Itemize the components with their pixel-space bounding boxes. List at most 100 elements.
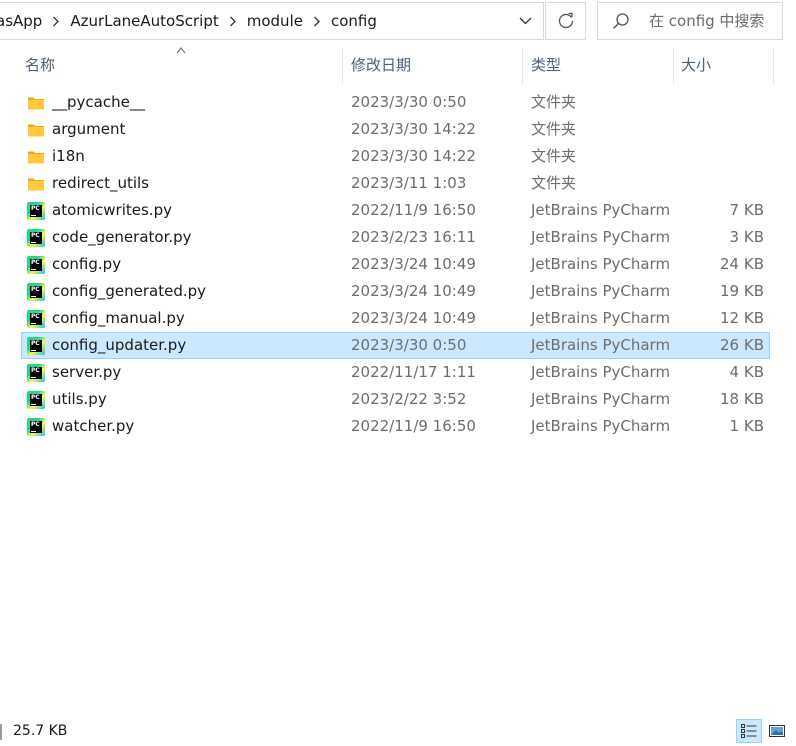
file-name: config_generated.py bbox=[52, 282, 207, 300]
breadcrumb: asApp AzurLaneAutoScript module config bbox=[0, 3, 507, 39]
chevron-right-icon[interactable] bbox=[306, 3, 328, 39]
file-type: 文件夹 bbox=[531, 120, 577, 138]
pycharm-file-icon: PC bbox=[27, 256, 45, 274]
file-date: 2022/11/17 1:11 bbox=[351, 363, 476, 381]
address-bar[interactable]: asApp AzurLaneAutoScript module config bbox=[0, 2, 544, 40]
pycharm-file-icon: PC bbox=[27, 418, 45, 436]
details-view-icon bbox=[741, 724, 757, 738]
pycharm-file-icon: PC bbox=[27, 310, 45, 328]
file-row[interactable]: PC config.py 2023/3/24 10:49 JetBrains PyCh… bbox=[21, 251, 770, 278]
folder-icon bbox=[27, 121, 45, 139]
chevron-down-icon[interactable] bbox=[507, 3, 543, 39]
file-row[interactable]: PC server.py 2022/11/17 1:11 JetBrains PyCh… bbox=[21, 359, 770, 386]
file-name: watcher.py bbox=[52, 417, 135, 435]
file-size: 7 KB bbox=[729, 201, 764, 219]
file-date: 2023/3/24 10:49 bbox=[351, 255, 476, 273]
folder-icon bbox=[27, 175, 45, 193]
breadcrumb-item[interactable]: asApp bbox=[0, 3, 45, 39]
pycharm-file-icon: PC bbox=[27, 391, 45, 409]
status-divider bbox=[0, 724, 2, 740]
file-row[interactable]: __pycache__ 2023/3/30 0:50 文件夹 bbox=[21, 89, 770, 116]
file-type: JetBrains PyCharm bbox=[531, 309, 671, 327]
file-date: 2023/3/30 14:22 bbox=[351, 147, 476, 165]
file-date: 2023/3/30 14:22 bbox=[351, 120, 476, 138]
file-date: 2023/2/23 16:11 bbox=[351, 228, 476, 246]
file-name: atomicwrites.py bbox=[52, 201, 172, 219]
file-name: config_manual.py bbox=[52, 309, 185, 327]
file-name: code_generator.py bbox=[52, 228, 192, 246]
file-name: utils.py bbox=[52, 390, 107, 408]
search-box[interactable] bbox=[597, 2, 783, 40]
file-size: 3 KB bbox=[729, 228, 764, 246]
column-header-size[interactable]: 大小 bbox=[675, 48, 773, 82]
large-icons-view-button[interactable] bbox=[764, 719, 790, 743]
pycharm-file-icon: PC bbox=[27, 283, 45, 301]
column-header-row: 名称 修改日期 类型 大小 bbox=[0, 44, 796, 84]
file-date: 2023/3/24 10:49 bbox=[351, 309, 476, 327]
file-type: JetBrains PyCharm bbox=[531, 228, 671, 246]
file-row[interactable]: PC utils.py 2023/2/22 3:52 JetBrains PyChar… bbox=[21, 386, 770, 413]
file-type: 文件夹 bbox=[531, 93, 577, 111]
file-type: JetBrains PyCharm bbox=[531, 282, 671, 300]
refresh-icon bbox=[558, 12, 573, 29]
file-row[interactable]: PC config_generated.py 2023/3/24 10:49 JetB… bbox=[21, 278, 770, 305]
column-divider[interactable] bbox=[342, 48, 343, 84]
file-row[interactable]: redirect_utils 2023/3/11 1:03 文件夹 bbox=[21, 170, 770, 197]
folder-icon bbox=[27, 148, 45, 166]
file-date: 2022/11/9 16:50 bbox=[351, 201, 476, 219]
file-size: 19 KB bbox=[720, 282, 764, 300]
column-divider[interactable] bbox=[522, 48, 523, 84]
file-date: 2023/3/30 0:50 bbox=[351, 93, 467, 111]
search-input[interactable] bbox=[649, 12, 774, 30]
file-row[interactable]: PC watcher.py 2022/11/9 16:50 JetBrains PyC… bbox=[21, 413, 770, 440]
column-divider[interactable] bbox=[773, 48, 774, 84]
file-row[interactable]: PC code_generator.py 2023/2/23 16:11 JetBra… bbox=[21, 224, 770, 251]
column-header-date[interactable]: 修改日期 bbox=[345, 48, 522, 82]
selected-size: 25.7 KB bbox=[13, 723, 68, 739]
breadcrumb-item[interactable]: AzurLaneAutoScript bbox=[67, 3, 221, 39]
column-header-name[interactable]: 名称 bbox=[19, 48, 342, 82]
file-type: 文件夹 bbox=[531, 174, 577, 192]
file-date: 2023/3/24 10:49 bbox=[351, 282, 476, 300]
file-row[interactable]: PC config_updater.py 2023/3/30 0:50 JetBrai… bbox=[21, 332, 770, 359]
file-name: redirect_utils bbox=[52, 174, 149, 192]
file-row[interactable]: PC config_manual.py 2023/3/24 10:49 JetBrai… bbox=[21, 305, 770, 332]
file-name: argument bbox=[52, 120, 126, 138]
file-date: 2023/2/22 3:52 bbox=[351, 390, 467, 408]
file-name: i18n bbox=[52, 147, 85, 165]
file-row[interactable]: PC atomicwrites.py 2022/11/9 16:50 JetBrain… bbox=[21, 197, 770, 224]
breadcrumb-item[interactable]: module bbox=[244, 3, 306, 39]
file-size: 26 KB bbox=[720, 336, 764, 354]
file-list: __pycache__ 2023/3/30 0:50 文件夹 argument 2023… bbox=[21, 89, 770, 440]
folder-icon bbox=[27, 94, 45, 112]
pycharm-file-icon: PC bbox=[27, 202, 45, 220]
file-size: 12 KB bbox=[720, 309, 764, 327]
column-header-type[interactable]: 类型 bbox=[525, 48, 673, 82]
status-bar: 25.7 KB bbox=[0, 716, 796, 746]
column-divider[interactable] bbox=[673, 48, 674, 84]
file-type: JetBrains PyCharm bbox=[531, 201, 671, 219]
file-type: JetBrains PyCharm bbox=[531, 390, 671, 408]
file-name: config.py bbox=[52, 255, 122, 273]
large-icons-view-icon bbox=[769, 725, 785, 737]
file-row[interactable]: argument 2023/3/30 14:22 文件夹 bbox=[21, 116, 770, 143]
breadcrumb-item[interactable]: config bbox=[328, 3, 380, 39]
file-size: 1 KB bbox=[729, 417, 764, 435]
file-name: __pycache__ bbox=[52, 93, 145, 111]
search-icon bbox=[612, 11, 632, 31]
file-name: server.py bbox=[52, 363, 122, 381]
file-type: JetBrains PyCharm bbox=[531, 255, 671, 273]
chevron-right-icon[interactable] bbox=[45, 3, 67, 39]
file-date: 2023/3/11 1:03 bbox=[351, 174, 467, 192]
chevron-right-icon[interactable] bbox=[222, 3, 244, 39]
file-size: 24 KB bbox=[720, 255, 764, 273]
pycharm-file-icon: PC bbox=[27, 229, 45, 247]
file-row[interactable]: i18n 2023/3/30 14:22 文件夹 bbox=[21, 143, 770, 170]
refresh-button[interactable] bbox=[545, 2, 586, 40]
details-view-button[interactable] bbox=[736, 719, 762, 743]
file-type: JetBrains PyCharm bbox=[531, 417, 671, 435]
file-name: config_updater.py bbox=[52, 336, 187, 354]
file-type: JetBrains PyCharm bbox=[531, 336, 671, 354]
file-size: 4 KB bbox=[729, 363, 764, 381]
file-size: 18 KB bbox=[720, 390, 764, 408]
